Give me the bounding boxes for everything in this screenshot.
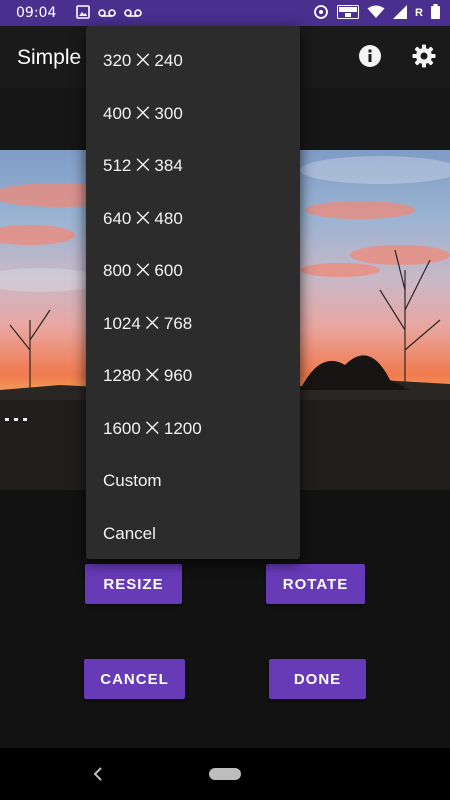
app-title: Simple	[17, 46, 82, 69]
voicemail-icon	[124, 5, 143, 21]
menu-item-1024x768[interactable]: 1024 ⨉ 768	[86, 298, 300, 351]
done-button[interactable]: DONE	[269, 659, 366, 699]
resize-button[interactable]: RESIZE	[85, 564, 182, 604]
menu-item-512x384[interactable]: 512 ⨉ 384	[86, 140, 300, 193]
battery-icon	[431, 4, 440, 22]
status-bar: 09:04 R	[0, 0, 450, 26]
menu-item-400x300[interactable]: 400 ⨉ 300	[86, 88, 300, 141]
menu-item-800x600[interactable]: 800 ⨉ 600	[86, 245, 300, 298]
data-saver-icon	[313, 4, 329, 23]
volte-icon	[337, 4, 360, 22]
menu-item-1280x960[interactable]: 1280 ⨉ 960	[86, 350, 300, 403]
menu-item-640x480[interactable]: 640 ⨉ 480	[86, 193, 300, 246]
menu-item-1600x1200[interactable]: 1600 ⨉ 1200	[86, 403, 300, 456]
home-pill-button[interactable]	[209, 768, 241, 780]
image-notification-icon	[76, 4, 91, 22]
wifi-icon	[367, 5, 385, 22]
info-button[interactable]	[354, 40, 386, 72]
settings-button[interactable]	[408, 40, 440, 72]
gear-icon	[412, 44, 436, 68]
menu-item-320x240[interactable]: 320 ⨉ 240	[86, 35, 300, 88]
voicemail-icon	[98, 5, 117, 21]
back-arrow-icon	[93, 767, 102, 781]
signal-icon	[393, 4, 408, 22]
resize-menu: 320 ⨉ 240 400 ⨉ 300 512 ⨉ 384 640 ⨉ 480 …	[86, 26, 300, 559]
menu-item-cancel[interactable]: Cancel	[86, 508, 300, 561]
status-time: 09:04	[16, 5, 57, 21]
info-icon	[359, 45, 381, 67]
back-button[interactable]	[88, 762, 108, 786]
roaming-label: R	[415, 7, 423, 19]
cancel-button[interactable]: CANCEL	[84, 659, 185, 699]
rotate-button[interactable]: ROTATE	[266, 564, 365, 604]
menu-item-custom[interactable]: Custom	[86, 455, 300, 508]
